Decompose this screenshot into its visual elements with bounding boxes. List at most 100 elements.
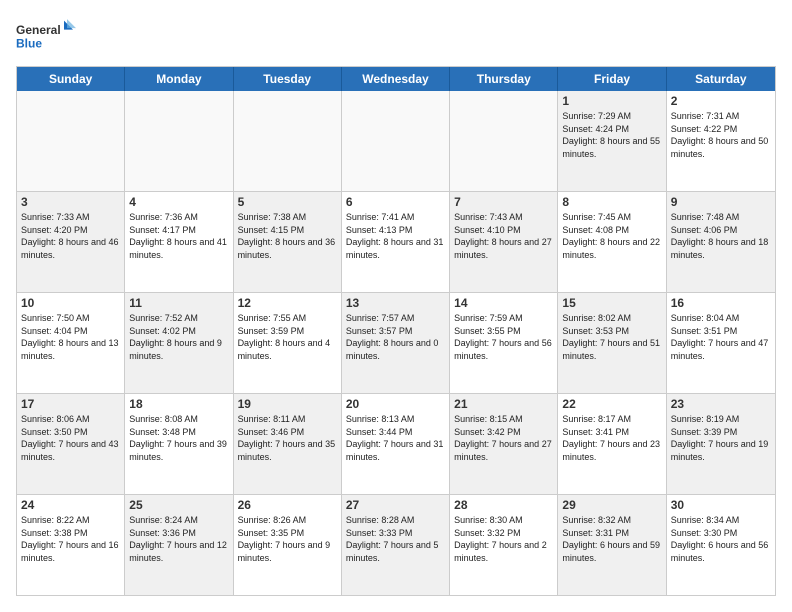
cal-cell: 24Sunrise: 8:22 AM Sunset: 3:38 PM Dayli… — [17, 495, 125, 595]
day-number: 8 — [562, 195, 661, 209]
day-info: Sunrise: 7:57 AM Sunset: 3:57 PM Dayligh… — [346, 312, 445, 362]
cal-cell: 20Sunrise: 8:13 AM Sunset: 3:44 PM Dayli… — [342, 394, 450, 494]
day-info: Sunrise: 8:24 AM Sunset: 3:36 PM Dayligh… — [129, 514, 228, 564]
cal-cell: 8 Sunrise: 7:45 AM Sunset: 4:08 PM Daylig… — [558, 192, 666, 292]
cal-cell: 1Sunrise: 7:29 AM Sunset: 4:24 PM Daylig… — [558, 91, 666, 191]
day-info: Sunrise: 7:50 AM Sunset: 4:04 PM Dayligh… — [21, 312, 120, 362]
day-info: Sunrise: 7:36 AM Sunset: 4:17 PM Dayligh… — [129, 211, 228, 261]
day-number: 29 — [562, 498, 661, 512]
day-number: 5 — [238, 195, 337, 209]
cal-cell: 17Sunrise: 8:06 AM Sunset: 3:50 PM Dayli… — [17, 394, 125, 494]
cal-cell: 25Sunrise: 8:24 AM Sunset: 3:36 PM Dayli… — [125, 495, 233, 595]
cal-cell — [125, 91, 233, 191]
calendar-header-row: SundayMondayTuesdayWednesdayThursdayFrid… — [17, 67, 775, 91]
day-info: Sunrise: 8:30 AM Sunset: 3:32 PM Dayligh… — [454, 514, 553, 564]
day-number: 16 — [671, 296, 771, 310]
day-info: Sunrise: 8:28 AM Sunset: 3:33 PM Dayligh… — [346, 514, 445, 564]
cal-cell: 9 Sunrise: 7:48 AM Sunset: 4:06 PM Daylig… — [667, 192, 775, 292]
cal-cell: 12Sunrise: 7:55 AM Sunset: 3:59 PM Dayli… — [234, 293, 342, 393]
day-info: Sunrise: 7:41 AM Sunset: 4:13 PM Dayligh… — [346, 211, 445, 261]
cal-header-thursday: Thursday — [450, 67, 558, 91]
cal-cell: 26Sunrise: 8:26 AM Sunset: 3:35 PM Dayli… — [234, 495, 342, 595]
cal-cell: 3 Sunrise: 7:33 AM Sunset: 4:20 PM Daylig… — [17, 192, 125, 292]
cal-header-monday: Monday — [125, 67, 233, 91]
page: General Blue SundayMondayTuesdayWednesda… — [0, 0, 792, 612]
day-number: 18 — [129, 397, 228, 411]
day-number: 7 — [454, 195, 553, 209]
day-number: 11 — [129, 296, 228, 310]
day-info: Sunrise: 7:55 AM Sunset: 3:59 PM Dayligh… — [238, 312, 337, 362]
day-info: Sunrise: 8:02 AM Sunset: 3:53 PM Dayligh… — [562, 312, 661, 362]
cal-cell: 15 Sunrise: 8:02 AM Sunset: 3:53 PM Dayli… — [558, 293, 666, 393]
day-number: 4 — [129, 195, 228, 209]
cal-week-5: 24Sunrise: 8:22 AM Sunset: 3:38 PM Dayli… — [17, 495, 775, 595]
cal-cell: 19 Sunrise: 8:11 AM Sunset: 3:46 PM Dayli… — [234, 394, 342, 494]
day-info: Sunrise: 7:43 AM Sunset: 4:10 PM Dayligh… — [454, 211, 553, 261]
cal-header-saturday: Saturday — [667, 67, 775, 91]
day-number: 13 — [346, 296, 445, 310]
cal-cell — [234, 91, 342, 191]
cal-week-4: 17Sunrise: 8:06 AM Sunset: 3:50 PM Dayli… — [17, 394, 775, 495]
cal-header-wednesday: Wednesday — [342, 67, 450, 91]
day-number: 15 — [562, 296, 661, 310]
cal-cell: 4 Sunrise: 7:36 AM Sunset: 4:17 PM Daylig… — [125, 192, 233, 292]
day-number: 19 — [238, 397, 337, 411]
logo: General Blue — [16, 16, 76, 56]
day-number: 14 — [454, 296, 553, 310]
day-number: 26 — [238, 498, 337, 512]
cal-cell: 2 Sunrise: 7:31 AM Sunset: 4:22 PM Daylig… — [667, 91, 775, 191]
day-number: 9 — [671, 195, 771, 209]
day-info: Sunrise: 7:31 AM Sunset: 4:22 PM Dayligh… — [671, 110, 771, 160]
calendar-body: 1Sunrise: 7:29 AM Sunset: 4:24 PM Daylig… — [17, 91, 775, 595]
day-info: Sunrise: 7:38 AM Sunset: 4:15 PM Dayligh… — [238, 211, 337, 261]
day-info: Sunrise: 7:52 AM Sunset: 4:02 PM Dayligh… — [129, 312, 228, 362]
day-number: 2 — [671, 94, 771, 108]
day-info: Sunrise: 8:34 AM Sunset: 3:30 PM Dayligh… — [671, 514, 771, 564]
day-number: 6 — [346, 195, 445, 209]
cal-cell: 27 Sunrise: 8:28 AM Sunset: 3:33 PM Dayli… — [342, 495, 450, 595]
day-info: Sunrise: 7:33 AM Sunset: 4:20 PM Dayligh… — [21, 211, 120, 261]
day-number: 27 — [346, 498, 445, 512]
cal-cell: 29 Sunrise: 8:32 AM Sunset: 3:31 PM Dayli… — [558, 495, 666, 595]
cal-cell: 10Sunrise: 7:50 AM Sunset: 4:04 PM Dayli… — [17, 293, 125, 393]
cal-cell — [450, 91, 558, 191]
day-number: 3 — [21, 195, 120, 209]
cal-cell: 11 Sunrise: 7:52 AM Sunset: 4:02 PM Dayli… — [125, 293, 233, 393]
cal-cell: 18 Sunrise: 8:08 AM Sunset: 3:48 PM Dayli… — [125, 394, 233, 494]
cal-header-tuesday: Tuesday — [234, 67, 342, 91]
cal-cell: 30Sunrise: 8:34 AM Sunset: 3:30 PM Dayli… — [667, 495, 775, 595]
cal-cell: 5 Sunrise: 7:38 AM Sunset: 4:15 PM Daylig… — [234, 192, 342, 292]
day-info: Sunrise: 7:45 AM Sunset: 4:08 PM Dayligh… — [562, 211, 661, 261]
cal-cell — [342, 91, 450, 191]
svg-text:General: General — [16, 23, 61, 37]
day-number: 28 — [454, 498, 553, 512]
cal-cell: 13 Sunrise: 7:57 AM Sunset: 3:57 PM Dayli… — [342, 293, 450, 393]
cal-week-1: 1Sunrise: 7:29 AM Sunset: 4:24 PM Daylig… — [17, 91, 775, 192]
day-info: Sunrise: 7:48 AM Sunset: 4:06 PM Dayligh… — [671, 211, 771, 261]
day-info: Sunrise: 8:17 AM Sunset: 3:41 PM Dayligh… — [562, 413, 661, 463]
logo-icon: General Blue — [16, 16, 76, 56]
day-number: 22 — [562, 397, 661, 411]
day-info: Sunrise: 8:13 AM Sunset: 3:44 PM Dayligh… — [346, 413, 445, 463]
day-info: Sunrise: 7:59 AM Sunset: 3:55 PM Dayligh… — [454, 312, 553, 362]
cal-cell — [17, 91, 125, 191]
day-number: 23 — [671, 397, 771, 411]
cal-cell: 23 Sunrise: 8:19 AM Sunset: 3:39 PM Dayli… — [667, 394, 775, 494]
day-info: Sunrise: 8:22 AM Sunset: 3:38 PM Dayligh… — [21, 514, 120, 564]
cal-cell: 16Sunrise: 8:04 AM Sunset: 3:51 PM Dayli… — [667, 293, 775, 393]
cal-cell: 14 Sunrise: 7:59 AM Sunset: 3:55 PM Dayli… — [450, 293, 558, 393]
cal-cell: 28 Sunrise: 8:30 AM Sunset: 3:32 PM Dayli… — [450, 495, 558, 595]
cal-week-2: 3 Sunrise: 7:33 AM Sunset: 4:20 PM Daylig… — [17, 192, 775, 293]
day-info: Sunrise: 8:11 AM Sunset: 3:46 PM Dayligh… — [238, 413, 337, 463]
day-number: 17 — [21, 397, 120, 411]
cal-cell: 7 Sunrise: 7:43 AM Sunset: 4:10 PM Daylig… — [450, 192, 558, 292]
cal-cell: 21Sunrise: 8:15 AM Sunset: 3:42 PM Dayli… — [450, 394, 558, 494]
calendar: SundayMondayTuesdayWednesdayThursdayFrid… — [16, 66, 776, 596]
header: General Blue — [16, 16, 776, 56]
day-info: Sunrise: 8:32 AM Sunset: 3:31 PM Dayligh… — [562, 514, 661, 564]
cal-week-3: 10Sunrise: 7:50 AM Sunset: 4:04 PM Dayli… — [17, 293, 775, 394]
cal-cell: 22 Sunrise: 8:17 AM Sunset: 3:41 PM Dayli… — [558, 394, 666, 494]
day-number: 21 — [454, 397, 553, 411]
day-info: Sunrise: 8:08 AM Sunset: 3:48 PM Dayligh… — [129, 413, 228, 463]
day-info: Sunrise: 8:19 AM Sunset: 3:39 PM Dayligh… — [671, 413, 771, 463]
